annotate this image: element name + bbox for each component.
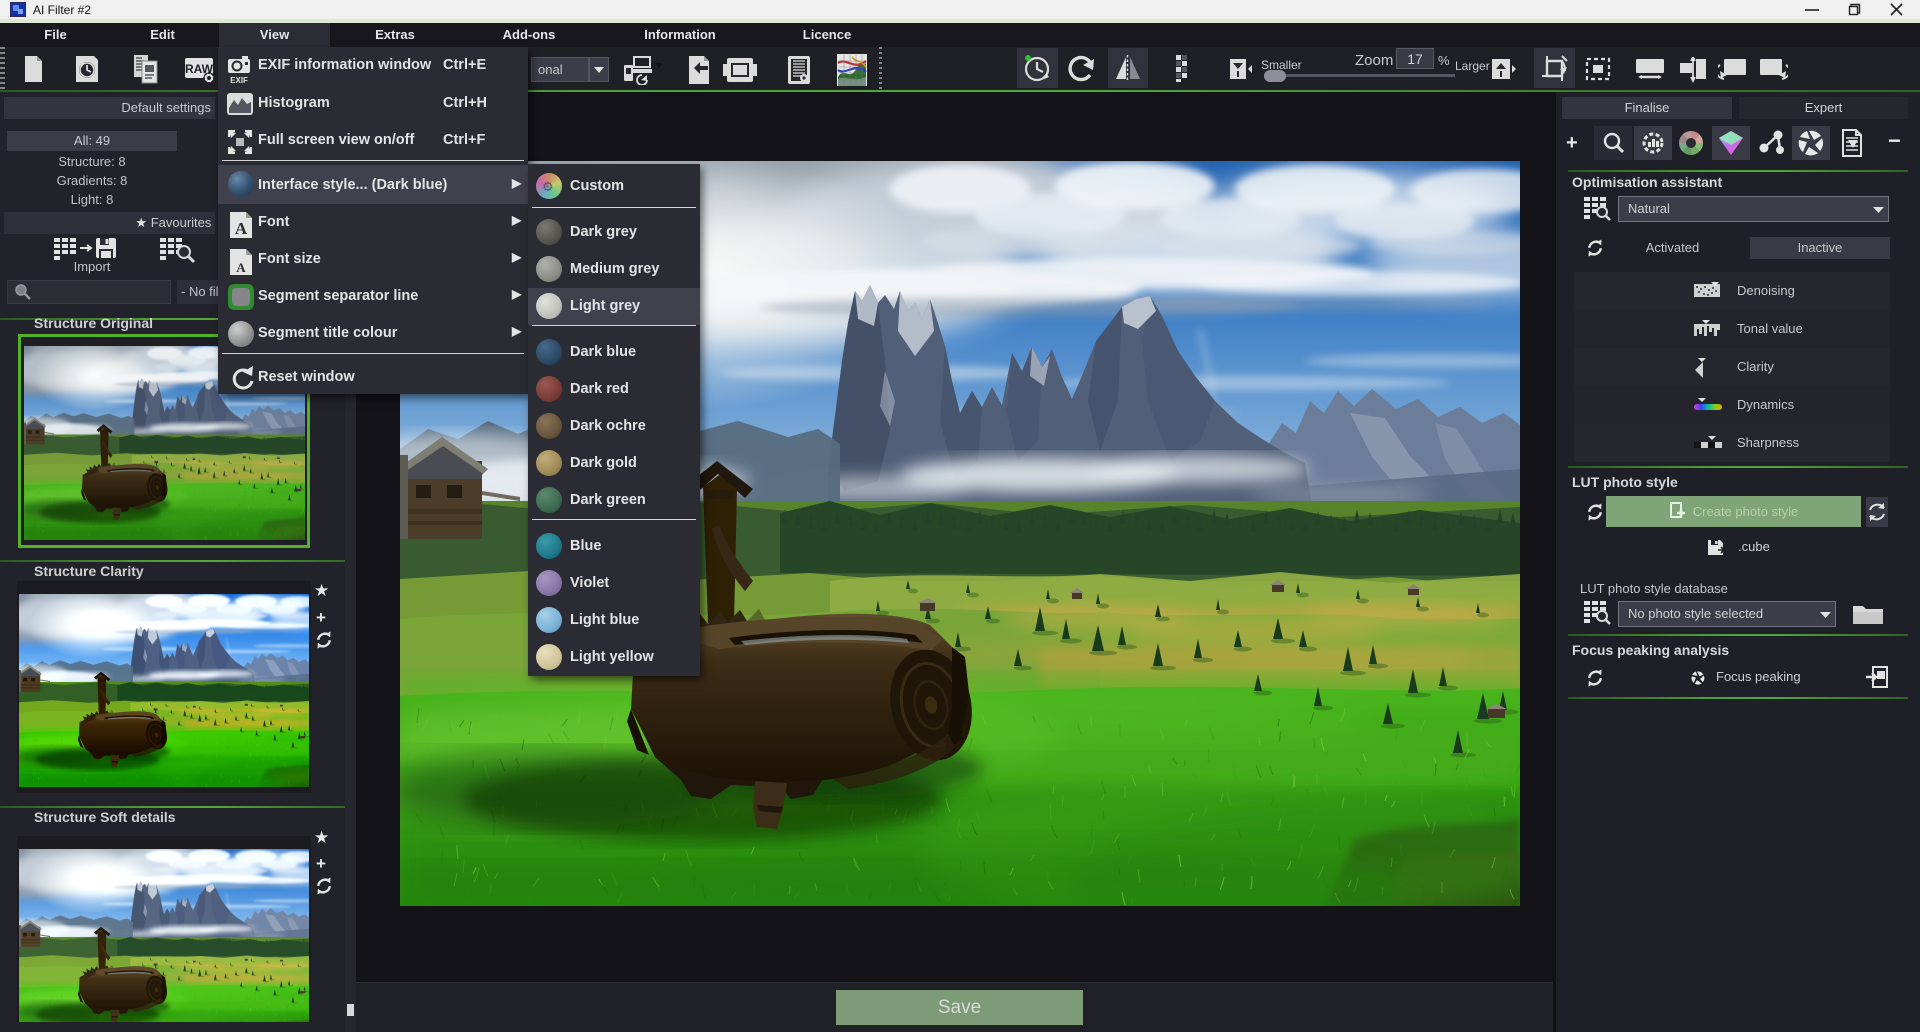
svg-text:EXIF: EXIF (230, 76, 248, 84)
svg-text:A: A (236, 260, 246, 275)
svg-text:A: A (235, 219, 248, 238)
